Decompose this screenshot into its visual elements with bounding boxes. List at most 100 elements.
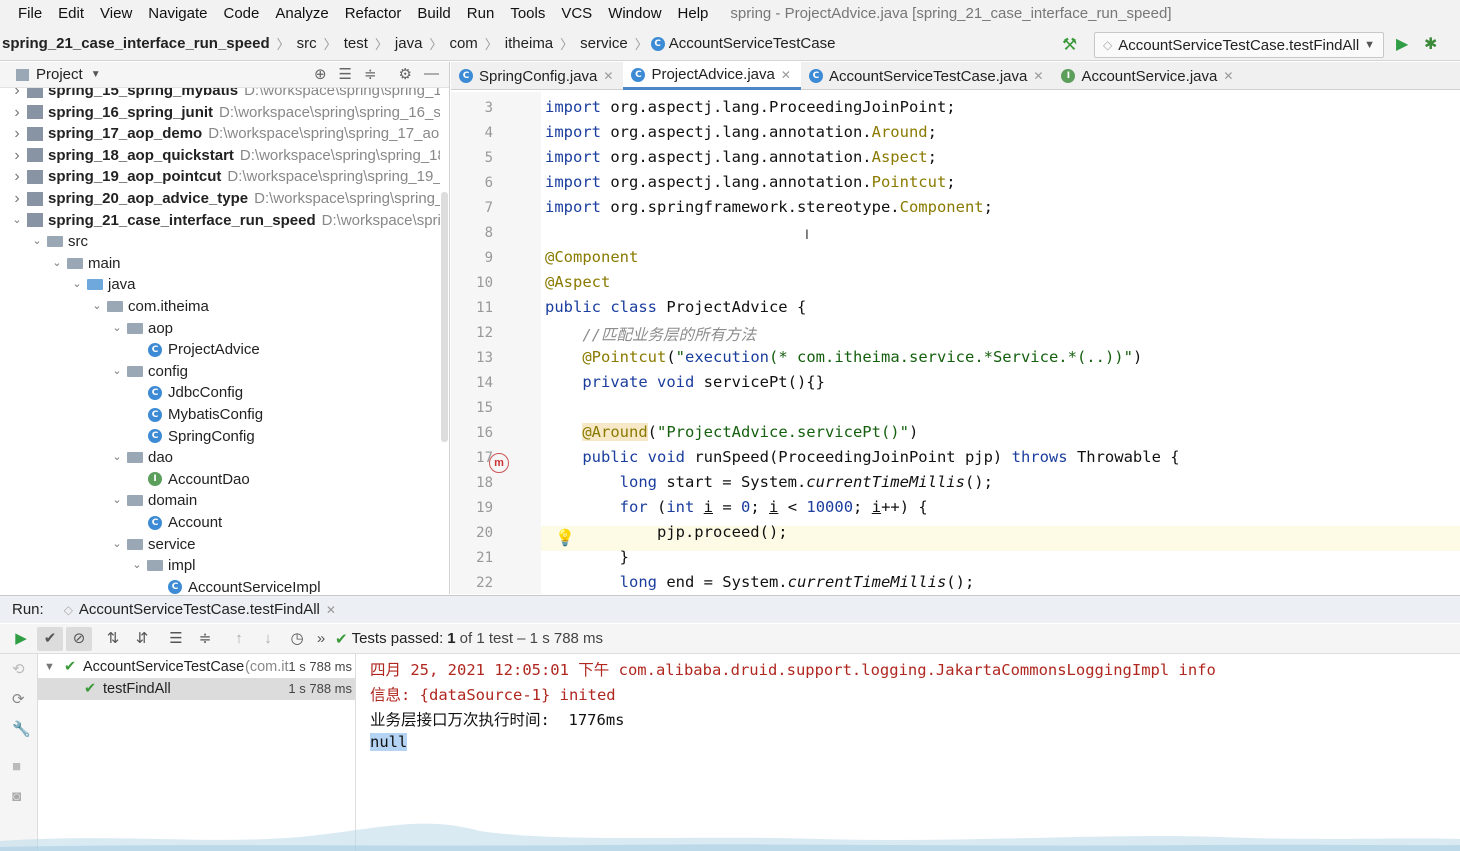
tree-item[interactable]: ⌄ impl — [0, 555, 195, 576]
tree-item[interactable]: › spring_16_spring_junit D:\workspace\spri… — [0, 102, 440, 123]
collapse-all-icon[interactable]: ≑ — [192, 627, 218, 651]
menu-tools[interactable]: Tools — [502, 5, 553, 22]
editor-tab[interactable]: C ProjectAdvice.java ✕ — [623, 62, 801, 90]
toggle-auto-test-icon[interactable]: ⟳ — [12, 690, 25, 708]
tree-item[interactable]: ⌄ com.itheima — [0, 296, 208, 317]
chevron-right-icon[interactable]: › — [10, 145, 24, 166]
tree-item[interactable]: ⌄ aop — [0, 318, 173, 339]
chevron-down-icon[interactable]: ⌄ — [50, 253, 64, 274]
tree-item[interactable]: › spring_17_aop_demo D:\workspace\spring\s… — [0, 123, 440, 144]
chevron-right-icon[interactable]: › — [10, 102, 24, 123]
console-output[interactable]: 四月 25, 2021 12:05:01 下午 com.alibaba.drui… — [356, 654, 1460, 851]
tree-item[interactable]: ⌄ service — [0, 534, 195, 555]
more-chevron-icon[interactable]: » — [313, 627, 329, 651]
menu-refactor[interactable]: Refactor — [337, 5, 410, 22]
close-icon[interactable]: ✕ — [1223, 69, 1233, 83]
locate-target-icon[interactable]: ⊕ — [314, 65, 327, 83]
chevron-down-icon[interactable]: ⌄ — [10, 210, 24, 231]
tree-item[interactable]: C SpringConfig — [0, 426, 255, 447]
collapse-all-icon[interactable]: ≑ — [364, 65, 377, 83]
menu-code[interactable]: Code — [215, 5, 267, 22]
lightbulb-icon[interactable]: 💡 — [555, 528, 575, 548]
tree-scrollbar[interactable] — [441, 192, 448, 442]
run-icon[interactable]: ▶ — [1396, 34, 1408, 54]
close-icon[interactable]: ✕ — [603, 69, 613, 83]
tree-item[interactable]: ⌄ spring_21_case_interface_run_speed D:\wo… — [0, 210, 440, 231]
wrench-icon[interactable]: 🔧 — [12, 720, 31, 738]
project-title[interactable]: Project — [36, 66, 83, 83]
menu-build[interactable]: Build — [409, 5, 458, 22]
chevron-right-icon[interactable]: › — [10, 88, 24, 101]
close-icon[interactable]: ✕ — [781, 68, 791, 82]
breadcrumb-src[interactable]: src — [293, 35, 321, 52]
chevron-right-icon[interactable]: › — [10, 123, 24, 144]
show-ignored-icon[interactable]: ⊘ — [66, 626, 92, 651]
tree-item[interactable]: › spring_15_spring_mybatis D:\workspace\sp… — [0, 88, 440, 101]
sort-duration-icon[interactable]: ⇵ — [129, 627, 155, 651]
breadcrumb-class[interactable]: AccountServiceTestCase — [665, 35, 840, 52]
breadcrumb-com[interactable]: com — [445, 35, 481, 52]
chevron-down-icon[interactable]: ⌄ — [90, 296, 104, 317]
breadcrumb-project[interactable]: spring_21_case_interface_run_speed — [0, 35, 274, 52]
build-hammer-icon[interactable]: ⚒ — [1062, 35, 1077, 55]
chevron-down-icon[interactable]: ⌄ — [70, 274, 84, 295]
editor-tab[interactable]: I AccountService.java ✕ — [1053, 62, 1243, 90]
sort-alpha-icon[interactable]: ⇅ — [100, 627, 126, 651]
tree-item[interactable]: C AccountServiceImpl — [0, 577, 321, 594]
tree-item[interactable]: ⌄ dao — [0, 447, 173, 468]
tree-item[interactable]: ⌄ domain — [0, 490, 197, 511]
menu-view[interactable]: View — [92, 5, 140, 22]
rerun-failed-icon[interactable]: ⟲ — [12, 660, 25, 678]
minimize-icon[interactable]: — — [424, 65, 439, 83]
stop-icon[interactable]: ■ — [12, 758, 21, 775]
breadcrumb-java[interactable]: java — [391, 35, 427, 52]
expand-all-icon[interactable]: ☰ — [163, 627, 189, 651]
chevron-down-icon[interactable]: ⌄ — [110, 447, 124, 468]
tree-item[interactable]: ⌄ java — [0, 274, 135, 295]
chevron-down-icon[interactable]: ⌄ — [30, 231, 44, 252]
tree-item[interactable]: ⌄ config — [0, 361, 188, 382]
run-config-select[interactable]: ◇ AccountServiceTestCase.testFindAll ▼ — [1094, 32, 1384, 58]
chevron-down-icon[interactable]: ⌄ — [110, 361, 124, 382]
camera-icon[interactable]: ◙ — [12, 788, 21, 805]
menu-analyze[interactable]: Analyze — [267, 5, 336, 22]
breadcrumb-itheima[interactable]: itheima — [501, 35, 557, 52]
tree-item[interactable]: C MybatisConfig — [0, 404, 263, 425]
run-tab[interactable]: ◇ AccountServiceTestCase.testFindAll ✕ — [64, 601, 336, 618]
chevron-down-icon[interactable]: ⌄ — [110, 318, 124, 339]
chevron-down-icon[interactable]: ⌄ — [110, 490, 124, 511]
tree-item[interactable]: I AccountDao — [0, 469, 250, 490]
tree-item[interactable]: C Account — [0, 512, 222, 533]
test-case-row[interactable]: ✔ testFindAll 1 s 788 ms — [38, 678, 355, 700]
chevron-down-icon[interactable]: ⌄ — [130, 555, 144, 576]
tree-item[interactable]: ⌄ src — [0, 231, 88, 252]
menu-navigate[interactable]: Navigate — [140, 5, 215, 22]
gear-icon[interactable]: ⚙ — [399, 65, 412, 83]
breadcrumb-test[interactable]: test — [340, 35, 372, 52]
chevron-down-icon[interactable]: ▼ — [91, 69, 101, 80]
tree-item[interactable]: C ProjectAdvice — [0, 339, 260, 360]
arrow-up-icon[interactable]: ↑ — [226, 627, 252, 651]
close-icon[interactable]: ✕ — [326, 603, 336, 617]
chevron-right-icon[interactable]: › — [10, 166, 24, 187]
menu-window[interactable]: Window — [600, 5, 669, 22]
chevron-down-icon[interactable]: ⌄ — [110, 534, 124, 555]
editor-tab[interactable]: C AccountServiceTestCase.java ✕ — [801, 62, 1054, 90]
tree-item[interactable]: › spring_20_aop_advice_type D:\workspace\s… — [0, 188, 440, 209]
tree-item[interactable]: C JdbcConfig — [0, 382, 243, 403]
menu-file[interactable]: File — [0, 5, 50, 22]
menu-edit[interactable]: Edit — [50, 5, 92, 22]
breadcrumb-service[interactable]: service — [576, 35, 632, 52]
expand-all-icon[interactable]: ☰ — [339, 65, 352, 83]
menu-vcs[interactable]: VCS — [553, 5, 600, 22]
tree-item[interactable]: › spring_18_aop_quickstart D:\workspace\sp… — [0, 145, 440, 166]
rerun-icon[interactable]: ▶ — [8, 627, 34, 651]
code-editor[interactable]: import org.aspectj.lang.ProceedingJoinPo… — [541, 92, 1460, 594]
arrow-down-icon[interactable]: ↓ — [255, 627, 281, 651]
close-icon[interactable]: ✕ — [1033, 69, 1043, 83]
show-passed-check-icon[interactable]: ✔ — [37, 626, 63, 651]
editor-tab[interactable]: C SpringConfig.java ✕ — [451, 62, 623, 90]
menu-help[interactable]: Help — [670, 5, 717, 22]
chevron-right-icon[interactable]: › — [10, 188, 24, 209]
history-clock-icon[interactable]: ◷ — [284, 627, 310, 651]
